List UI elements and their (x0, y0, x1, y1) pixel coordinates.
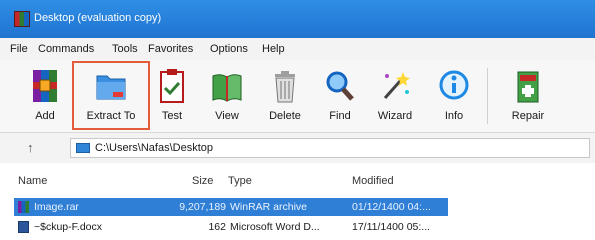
column-modified-header[interactable]: Modified (352, 175, 394, 187)
menu-bar: File Commands Tools Favorites Options He… (0, 38, 595, 60)
winrar-app-icon (14, 11, 30, 27)
file-row[interactable]: Image.rar 9,207,189 WinRAR archive 01/12… (14, 198, 448, 216)
menu-tools[interactable]: Tools (112, 43, 138, 55)
delete-button[interactable]: Delete (260, 60, 310, 132)
test-clipboard-icon (160, 69, 184, 103)
menu-favorites[interactable]: Favorites (148, 43, 193, 55)
rar-file-icon (18, 201, 29, 213)
info-icon (439, 70, 469, 100)
wizard-label: Wizard (377, 110, 413, 122)
find-label: Find (329, 110, 351, 122)
find-magnifier-icon (326, 71, 354, 101)
delete-trash-icon (275, 71, 295, 103)
title-bar: Desktop (evaluation copy) (0, 0, 595, 38)
toolbar-separator (487, 68, 488, 124)
file-modified: 01/12/1400 04:... (352, 201, 431, 213)
file-row[interactable]: ~$ckup-F.docx 162 Microsoft Word D... 17… (14, 218, 448, 236)
wizard-button[interactable]: Wizard (370, 60, 420, 132)
path-text: C:\Users\Nafas\Desktop (95, 142, 213, 154)
info-label: Info (444, 110, 464, 122)
word-file-icon (18, 221, 29, 233)
extract-folder-icon (96, 75, 126, 100)
repair-button[interactable]: Repair (500, 60, 556, 132)
add-archive-icon (33, 70, 57, 102)
repair-kit-icon (517, 71, 539, 103)
address-bar: ↑ C:\Users\Nafas\Desktop (0, 133, 595, 163)
menu-commands[interactable]: Commands (38, 43, 94, 55)
add-button[interactable]: Add (22, 60, 68, 132)
extract-to-label: Extract To (86, 110, 136, 122)
add-label: Add (35, 110, 55, 122)
menu-help[interactable]: Help (262, 43, 285, 55)
extract-to-button[interactable]: Extract To (74, 60, 148, 132)
test-label: Test (161, 110, 183, 122)
view-button[interactable]: View (200, 60, 254, 132)
test-button[interactable]: Test (152, 60, 192, 132)
column-headers: Name Size Type Modified (0, 170, 595, 192)
file-size: 162 (208, 221, 226, 233)
drive-icon (76, 143, 90, 153)
view-label: View (215, 110, 239, 122)
path-field[interactable]: C:\Users\Nafas\Desktop (70, 138, 590, 158)
view-book-icon (212, 74, 242, 102)
menu-options[interactable]: Options (210, 43, 248, 55)
delete-label: Delete (269, 110, 301, 122)
repair-label: Repair (511, 110, 545, 122)
toolbar: Add Extract To Test View Delete Find Wiz… (0, 60, 595, 133)
column-size-header[interactable]: Size (192, 175, 213, 187)
file-type: Microsoft Word D... (230, 221, 320, 233)
file-size: 9,207,189 (179, 201, 226, 213)
wizard-wand-icon (383, 72, 410, 99)
column-name-header[interactable]: Name (18, 175, 47, 187)
file-modified: 17/11/1400 05:... (352, 221, 431, 233)
up-folder-icon[interactable]: ↑ (27, 140, 34, 155)
file-type: WinRAR archive (230, 201, 308, 213)
menu-file[interactable]: File (10, 43, 28, 55)
column-type-header[interactable]: Type (228, 175, 252, 187)
info-button[interactable]: Info (432, 60, 476, 132)
window-title: Desktop (evaluation copy) (34, 12, 162, 24)
find-button[interactable]: Find (318, 60, 362, 132)
